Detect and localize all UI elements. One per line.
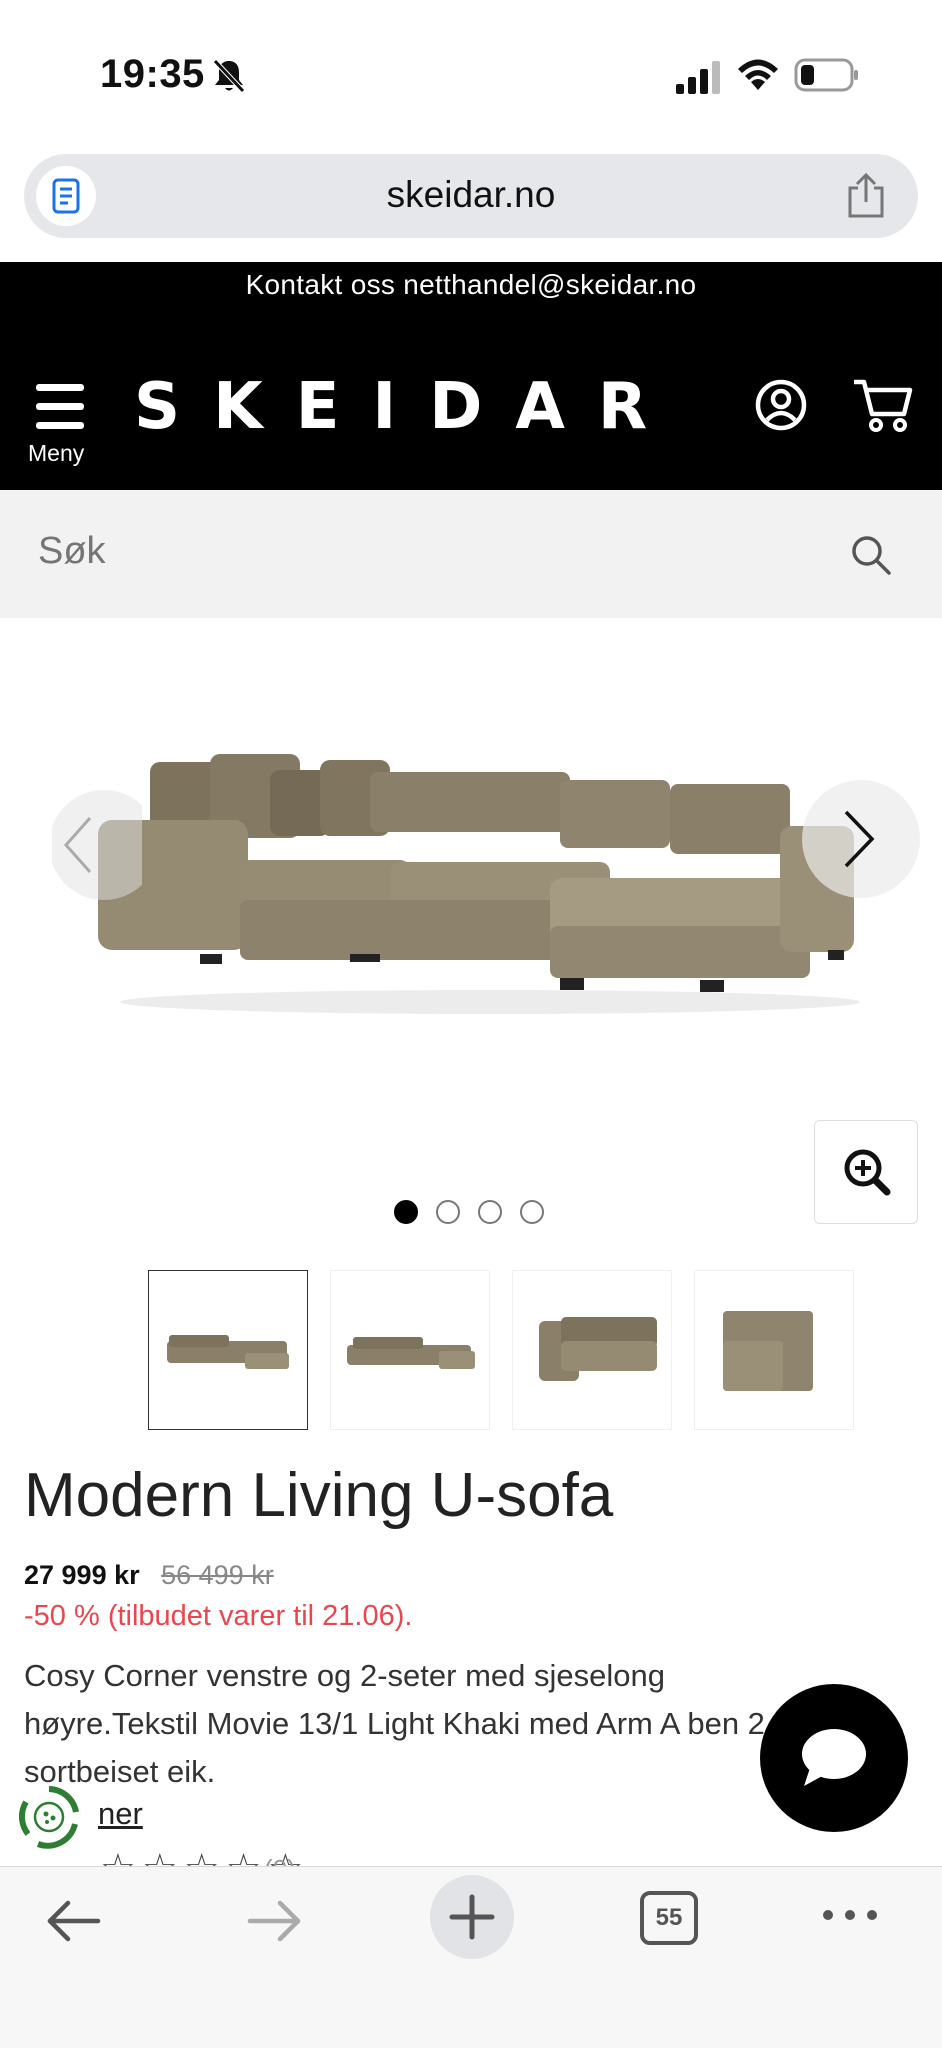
chevron-left-icon[interactable]	[52, 790, 142, 900]
thumbnail[interactable]	[330, 1270, 490, 1430]
search-icon[interactable]	[850, 534, 892, 576]
thumbnail[interactable]	[148, 1270, 308, 1430]
chevron-right-icon	[844, 810, 875, 868]
pagination-dot[interactable]	[394, 1200, 418, 1224]
url-text[interactable]: skeidar.no	[24, 174, 918, 216]
thumbnail[interactable]	[694, 1270, 854, 1430]
account-icon[interactable]	[754, 378, 808, 432]
search-input[interactable]	[38, 530, 818, 573]
contact-banner[interactable]: Kontakt oss netthandel@skeidar.no	[0, 262, 942, 322]
status-bar: 19:35	[0, 0, 942, 150]
status-time: 19:35	[100, 52, 205, 96]
zoom-in-icon	[844, 1149, 891, 1196]
product-description: Cosy Corner venstre og 2-seter med sjese…	[24, 1658, 765, 1789]
chat-button[interactable]	[760, 1684, 908, 1832]
pagination-dot[interactable]	[436, 1200, 460, 1224]
next-image-button[interactable]	[802, 780, 920, 898]
current-price: 27 999 kr	[24, 1560, 140, 1590]
url-bar[interactable]: skeidar.no	[24, 154, 918, 238]
tabs-button[interactable]: 55	[640, 1891, 698, 1945]
back-arrow-icon[interactable]	[44, 1891, 104, 1951]
thumbnail-image	[167, 1335, 289, 1369]
cart-icon[interactable]	[852, 378, 914, 434]
site-header: Meny SKEIDAR	[0, 322, 942, 490]
menu-button[interactable]: Meny	[28, 382, 92, 472]
chat-icon	[802, 1729, 866, 1786]
original-price: 56 499 kr	[161, 1560, 274, 1590]
thumbnail[interactable]	[512, 1270, 672, 1430]
price-row: 27 999 kr 56 499 kr	[24, 1560, 274, 1591]
share-icon[interactable]	[844, 172, 888, 220]
new-tab-button[interactable]	[430, 1875, 514, 1959]
thumbnail-image	[539, 1317, 657, 1381]
thumbnail-strip	[148, 1270, 854, 1430]
wifi-icon	[738, 59, 778, 90]
battery-icon	[794, 58, 858, 92]
product-title: Modern Living U-sofa	[24, 1461, 614, 1530]
discount-text: -50 % (tilbudet varer til 21.06).	[24, 1600, 413, 1632]
eco-badge-icon[interactable]	[16, 1784, 82, 1850]
browser-toolbar: 55	[0, 1866, 942, 2048]
forward-arrow-icon[interactable]	[244, 1891, 304, 1951]
product-image[interactable]	[90, 740, 870, 1020]
pagination-dot[interactable]	[520, 1200, 544, 1224]
hamburger-icon	[36, 384, 84, 430]
more-icon[interactable]	[820, 1905, 880, 1925]
thumbnail-image	[723, 1311, 813, 1391]
menu-label: Meny	[28, 440, 85, 466]
search-bar	[0, 490, 942, 618]
signal-icon	[676, 61, 720, 94]
site-logo[interactable]: SKEIDAR	[134, 370, 680, 444]
reviews-link[interactable]: ner	[98, 1796, 143, 1832]
bell-slash-icon	[213, 59, 245, 93]
plus-icon	[449, 1894, 495, 1940]
pagination-dot[interactable]	[478, 1200, 502, 1224]
gallery-pagination	[394, 1200, 544, 1224]
zoom-button[interactable]	[814, 1120, 918, 1224]
thumbnail-image	[347, 1337, 475, 1369]
product-gallery	[0, 618, 942, 1268]
